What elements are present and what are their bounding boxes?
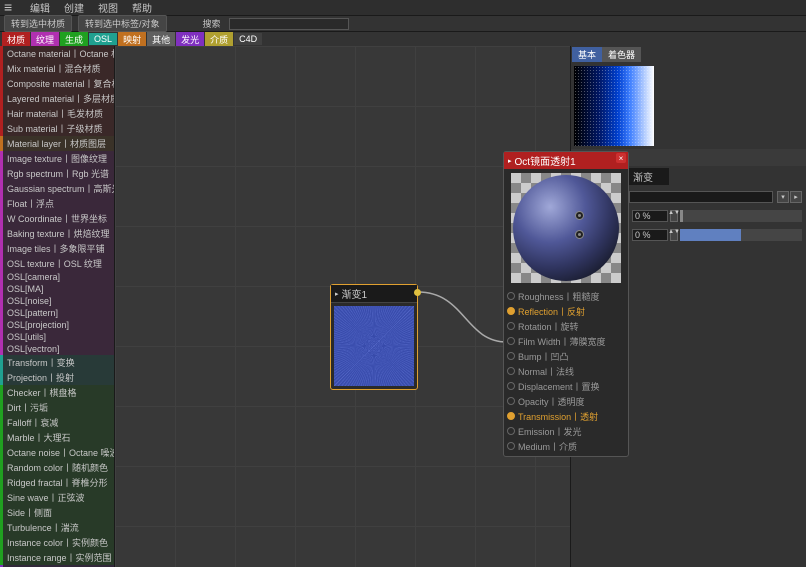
name-field[interactable]: 渐变 — [629, 168, 669, 185]
close-icon[interactable]: × — [616, 153, 626, 163]
layer-dropdown-icon[interactable]: ▾ — [777, 191, 789, 203]
menu-create[interactable]: 创建 — [64, 0, 84, 15]
palette-item[interactable]: Mix material丨混合材质 — [0, 61, 114, 76]
palette-item[interactable]: Octane noise丨Octane 噪波 — [0, 445, 114, 460]
tab-medium[interactable]: 介质 — [205, 32, 233, 47]
input-port-row[interactable]: Normal丨法线 — [504, 364, 628, 379]
node-canvas[interactable]: 渐变1 Oct镜面透射1 × Roughness丨粗糙度Reflection丨反… — [115, 46, 570, 567]
input-port-row[interactable]: Displacement丨置换 — [504, 379, 628, 394]
input-port-row[interactable]: Emission丨发光 — [504, 424, 628, 439]
palette-item[interactable]: Checker丨棋盘格 — [0, 385, 114, 400]
input-port-row[interactable]: Reflection丨反射 — [504, 304, 628, 319]
spinner-icon[interactable]: ▲▼ — [670, 229, 678, 241]
tab-osl[interactable]: OSL — [89, 33, 117, 45]
palette-item[interactable]: Ridged fractal丨脊椎分形 — [0, 475, 114, 490]
blur-offset-value[interactable]: 0 % — [632, 210, 668, 222]
spinner-icon[interactable]: ▲▼ — [670, 210, 678, 222]
palette-item[interactable]: Falloff丨衰减 — [0, 415, 114, 430]
blur-offset-slider[interactable] — [680, 210, 802, 222]
menu-bar: 编辑 创建 视图 帮助 — [0, 0, 806, 16]
gradient-preview — [334, 306, 414, 386]
gradient-node[interactable]: 渐变1 — [330, 284, 418, 390]
search-label: 搜索 — [203, 17, 221, 30]
output-port[interactable] — [414, 289, 421, 296]
palette-item[interactable]: Marble丨大理石 — [0, 430, 114, 445]
tab-basic[interactable]: 基本 — [572, 47, 602, 62]
palette-item[interactable]: Instance range丨实例范围 — [0, 550, 114, 565]
palette-item[interactable]: Float丨浮点 — [0, 196, 114, 211]
hamburger-icon[interactable] — [4, 3, 16, 13]
menu-edit[interactable]: 编辑 — [30, 0, 50, 15]
palette-item[interactable]: Side丨侧面 — [0, 505, 114, 520]
goto-tag-button[interactable]: 转到选中标签/对象 — [78, 15, 167, 32]
palette-item[interactable]: Instance color丨实例颜色 — [0, 535, 114, 550]
material-preview — [511, 173, 621, 283]
input-port-row[interactable]: Opacity丨透明度 — [504, 394, 628, 409]
palette-item[interactable]: OSL[pattern] — [0, 307, 114, 319]
palette-item[interactable]: Random color丨随机颜色 — [0, 460, 114, 475]
input-port-row[interactable]: Transmission丨透射 — [504, 409, 628, 424]
toolbar: 转到选中材质 转到选中标签/对象 搜索 — [0, 16, 806, 32]
specular-node-title: Oct镜面透射1 — [515, 153, 576, 168]
palette-item[interactable]: OSL[vectron] — [0, 343, 114, 355]
palette-item[interactable]: Image texture丨图像纹理 — [0, 151, 114, 166]
tab-material[interactable]: 材质 — [2, 32, 30, 47]
blur-degree-value[interactable]: 0 % — [632, 229, 668, 241]
palette-item[interactable]: Transform丨变换 — [0, 355, 114, 370]
gradient-node-title: 渐变1 — [342, 286, 368, 301]
input-port-row[interactable]: Bump丨凹凸 — [504, 349, 628, 364]
palette-item[interactable]: Material layer丨材质图层 — [0, 136, 114, 151]
blur-offset-radio[interactable] — [575, 211, 584, 220]
palette-item[interactable]: Hair material丨毛发材质 — [0, 106, 114, 121]
palette-item[interactable]: W Coordinate丨世界坐标 — [0, 211, 114, 226]
tab-c4d[interactable]: C4D — [234, 33, 262, 45]
blur-degree-radio[interactable] — [575, 230, 584, 239]
palette-item[interactable]: Turbulence丨湍流 — [0, 520, 114, 535]
palette-item[interactable]: OSL[MA] — [0, 283, 114, 295]
palette-item[interactable]: OSL[utils] — [0, 331, 114, 343]
palette-item[interactable]: Dirt丨污垢 — [0, 400, 114, 415]
palette-item[interactable]: OSL[noise] — [0, 295, 114, 307]
tab-shader[interactable]: 着色器 — [602, 47, 641, 62]
layer-field[interactable] — [629, 191, 773, 203]
input-port-row[interactable]: Film Width丨薄膜宽度 — [504, 334, 628, 349]
tab-texture[interactable]: 纹理 — [31, 32, 59, 47]
palette-item[interactable]: OSL[projection] — [0, 319, 114, 331]
tab-mapping[interactable]: 映射 — [118, 32, 146, 47]
specular-transmission-node[interactable]: Oct镜面透射1 × Roughness丨粗糙度Reflection丨反射Rot… — [503, 151, 629, 457]
node-palette[interactable]: Octane material丨Octane 材质Mix material丨混合… — [0, 46, 115, 567]
input-port-row[interactable]: Medium丨介质 — [504, 439, 628, 454]
shader-preview — [574, 66, 654, 146]
tab-emission[interactable]: 发光 — [176, 32, 204, 47]
menu-view[interactable]: 视图 — [98, 0, 118, 15]
palette-item[interactable]: Gaussian spectrum丨高斯光谱 — [0, 181, 114, 196]
palette-item[interactable]: Baking texture丨烘焙纹理 — [0, 226, 114, 241]
palette-item[interactable]: Composite material丨复合材质 — [0, 76, 114, 91]
input-port-row[interactable]: Roughness丨粗糙度 — [504, 289, 628, 304]
tab-other[interactable]: 其他 — [147, 32, 175, 47]
layer-picker-icon[interactable]: ▸ — [790, 191, 802, 203]
palette-item[interactable]: Layered material丨多层材质 — [0, 91, 114, 106]
palette-item[interactable]: Sub material丨子级材质 — [0, 121, 114, 136]
palette-item[interactable]: Sine wave丨正弦波 — [0, 490, 114, 505]
category-tabs: 材质 纹理 生成 OSL 映射 其他 发光 介质 C4D — [0, 32, 806, 46]
palette-item[interactable]: Projection丨投射 — [0, 370, 114, 385]
palette-item[interactable]: OSL texture丨OSL 纹理 — [0, 256, 114, 271]
input-port-row[interactable]: Rotation丨旋转 — [504, 319, 628, 334]
tab-generate[interactable]: 生成 — [60, 32, 88, 47]
palette-item[interactable]: Octane material丨Octane 材质 — [0, 46, 114, 61]
palette-item[interactable]: Image tiles丨多象限平铺 — [0, 241, 114, 256]
search-input[interactable] — [229, 18, 349, 30]
palette-item[interactable]: Rgb spectrum丨Rgb 光谱 — [0, 166, 114, 181]
goto-material-button[interactable]: 转到选中材质 — [4, 15, 72, 32]
blur-degree-slider[interactable] — [680, 229, 802, 241]
palette-item[interactable]: OSL[camera] — [0, 271, 114, 283]
menu-help[interactable]: 帮助 — [132, 0, 152, 15]
